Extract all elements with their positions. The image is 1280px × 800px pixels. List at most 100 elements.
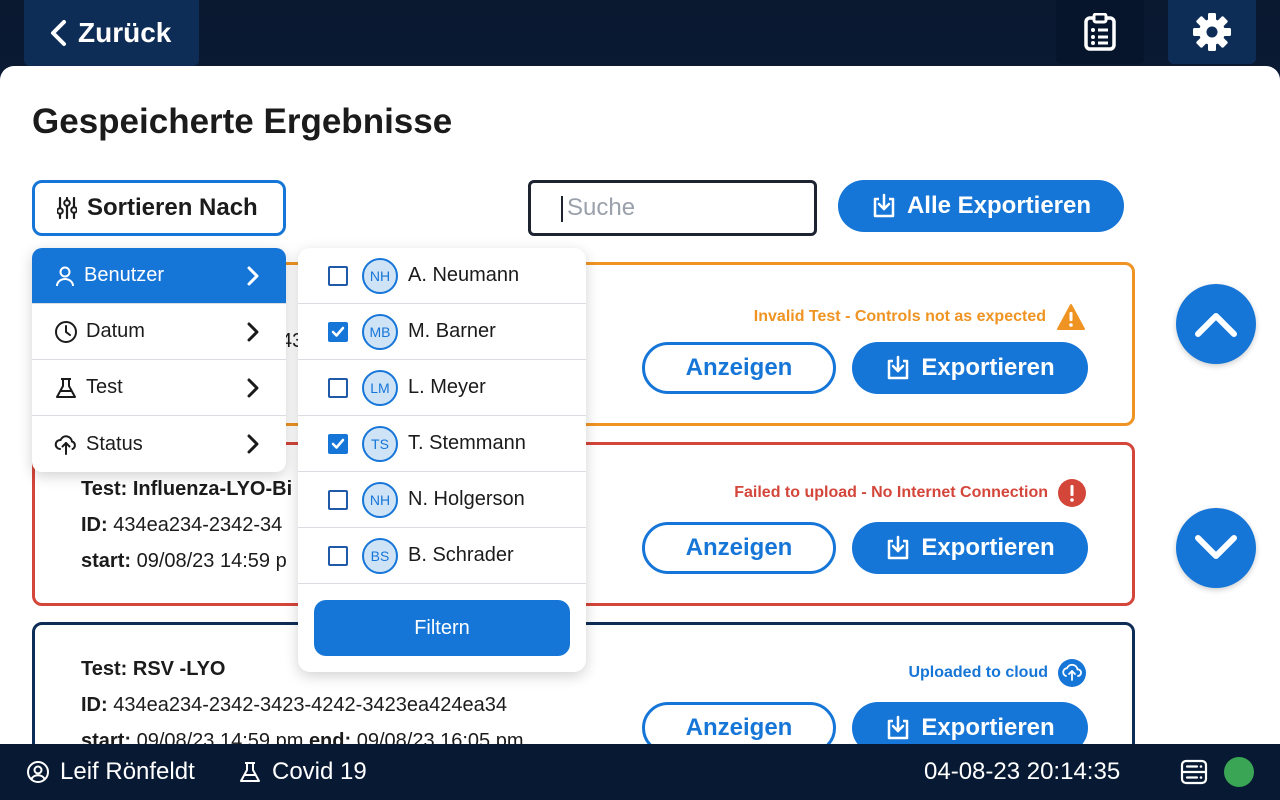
chevron-right-icon: [247, 378, 259, 398]
sort-menu-item-datum[interactable]: Datum: [32, 304, 286, 360]
check-icon: [331, 438, 345, 449]
cloud-upload-icon: [54, 435, 76, 455]
gear-icon: [1193, 13, 1231, 51]
search-field[interactable]: [528, 180, 817, 236]
result-info: Test: Influenza-LYO-Bi ID: 434ea234-2342…: [81, 471, 292, 579]
test-value: RSV -LYO: [132, 658, 226, 680]
user-icon: [56, 266, 74, 286]
avatar: LM: [362, 369, 398, 406]
result-status: Invalid Test - Controls not as expected: [754, 303, 1086, 331]
main-panel: Gespeicherte Ergebnisse Sortieren Nach A…: [0, 66, 1280, 744]
export-all-button[interactable]: Alle Exportieren: [838, 180, 1124, 232]
user-filter-item[interactable]: LM L. Meyer: [298, 360, 586, 416]
sort-button[interactable]: Sortieren Nach: [32, 180, 286, 236]
id-label: ID:: [81, 694, 108, 716]
sort-menu-item-test[interactable]: Test: [32, 360, 286, 416]
id-value: 434ea234-2342-34: [113, 514, 283, 536]
user-filter-item[interactable]: MB M. Barner: [298, 304, 586, 360]
download-box-icon: [888, 535, 909, 560]
clipboard-list-icon: [1084, 13, 1116, 51]
server-icon: [1180, 759, 1208, 785]
chevron-up-icon: [1195, 313, 1237, 337]
current-test: Covid 19: [238, 758, 367, 786]
chevron-left-icon: [51, 20, 66, 46]
start-label: start:: [81, 550, 132, 572]
user-name: T. Stemmann: [408, 432, 526, 454]
sort-menu-item-benutzer[interactable]: Benutzer: [32, 248, 286, 304]
user-name: L. Meyer: [408, 376, 486, 398]
checkbox[interactable]: [328, 321, 348, 342]
test-label: Test:: [81, 478, 128, 500]
export-button[interactable]: Exportieren: [852, 522, 1088, 574]
chevron-right-icon: [247, 266, 259, 286]
export-button[interactable]: Exportieren: [852, 702, 1088, 744]
report-button[interactable]: [1056, 0, 1144, 64]
view-button[interactable]: Anzeigen: [642, 342, 836, 394]
result-status: Uploaded to cloud: [908, 659, 1086, 687]
clock-icon: [55, 320, 77, 343]
menu-item-label: Datum: [86, 320, 145, 342]
id-label: ID:: [81, 514, 108, 536]
menu-item-label: Benutzer: [84, 264, 165, 286]
warning-icon: [1057, 304, 1085, 330]
search-input[interactable]: [559, 194, 799, 222]
end-value: 09/08/23 16:05 pm: [356, 730, 524, 744]
back-button[interactable]: Zurück: [24, 0, 199, 66]
export-all-label: Alle Exportieren: [906, 192, 1092, 219]
export-button[interactable]: Exportieren: [852, 342, 1088, 394]
result-status: Failed to upload - No Internet Connectio…: [734, 479, 1086, 507]
checkbox[interactable]: [328, 265, 348, 286]
avatar: NH: [362, 257, 398, 294]
view-button[interactable]: Anzeigen: [642, 522, 836, 574]
avatar: MB: [362, 313, 398, 350]
export-label: Exportieren: [921, 534, 1055, 561]
chevron-right-icon: [247, 434, 259, 454]
filter-button[interactable]: Filtern: [314, 600, 570, 656]
cloud-upload-icon: [1058, 659, 1086, 687]
end-label: end:: [308, 730, 352, 744]
datetime: 04-08-23 20:14:35: [924, 758, 1121, 785]
chevron-down-icon: [1195, 535, 1237, 559]
avatar: NH: [362, 481, 398, 518]
user-filter-item[interactable]: BS B. Schrader: [298, 528, 586, 584]
top-bar: Zurück: [0, 0, 1280, 66]
scroll-down-button[interactable]: [1176, 508, 1256, 588]
flask-icon: [56, 377, 76, 398]
user-name: Leif Rönfeldt: [60, 758, 195, 785]
status-bar: Leif Rönfeldt Covid 19 04-08-23 20:14:35: [0, 744, 1280, 800]
user-circle-icon: [27, 761, 49, 783]
user-filter-item[interactable]: NH A. Neumann: [298, 248, 586, 304]
test-name: Covid 19: [272, 758, 367, 785]
view-button[interactable]: Anzeigen: [642, 702, 836, 744]
id-value: 434ea234-2342-3423-4242-3423ea424ea34: [113, 694, 507, 716]
status-text: Uploaded to cloud: [908, 664, 1048, 681]
checkbox[interactable]: [328, 489, 348, 510]
checkbox[interactable]: [328, 433, 348, 454]
status-text: Invalid Test - Controls not as expected: [753, 308, 1046, 325]
user-filter-item[interactable]: NH N. Holgerson: [298, 472, 586, 528]
text-cursor: [561, 196, 563, 222]
status-text: Failed to upload - No Internet Connectio…: [734, 484, 1048, 501]
user-filter-item[interactable]: TS T. Stemmann: [298, 416, 586, 472]
check-icon: [331, 326, 345, 337]
export-label: Exportieren: [921, 714, 1055, 741]
checkbox[interactable]: [328, 377, 348, 398]
sort-menu: Benutzer Datum Test Status: [32, 248, 286, 472]
scroll-up-button[interactable]: [1176, 284, 1256, 364]
sort-menu-item-status[interactable]: Status: [32, 416, 286, 472]
current-user: Leif Rönfeldt: [26, 758, 195, 786]
error-icon: [1058, 479, 1086, 507]
page-title: Gespeicherte Ergebnisse: [32, 102, 453, 141]
menu-item-label: Test: [86, 376, 123, 398]
download-box-icon: [873, 193, 895, 218]
settings-button[interactable]: [1168, 0, 1256, 64]
checkbox[interactable]: [328, 545, 348, 566]
user-name: N. Holgerson: [408, 488, 525, 510]
test-label: Test:: [81, 658, 128, 680]
avatar: BS: [362, 537, 398, 574]
test-value: Influenza-LYO-Bi: [132, 478, 293, 500]
menu-item-label: Status: [86, 432, 143, 455]
user-name: A. Neumann: [408, 264, 520, 286]
back-label: Zurück: [78, 17, 172, 48]
start-label: start:: [81, 730, 132, 744]
